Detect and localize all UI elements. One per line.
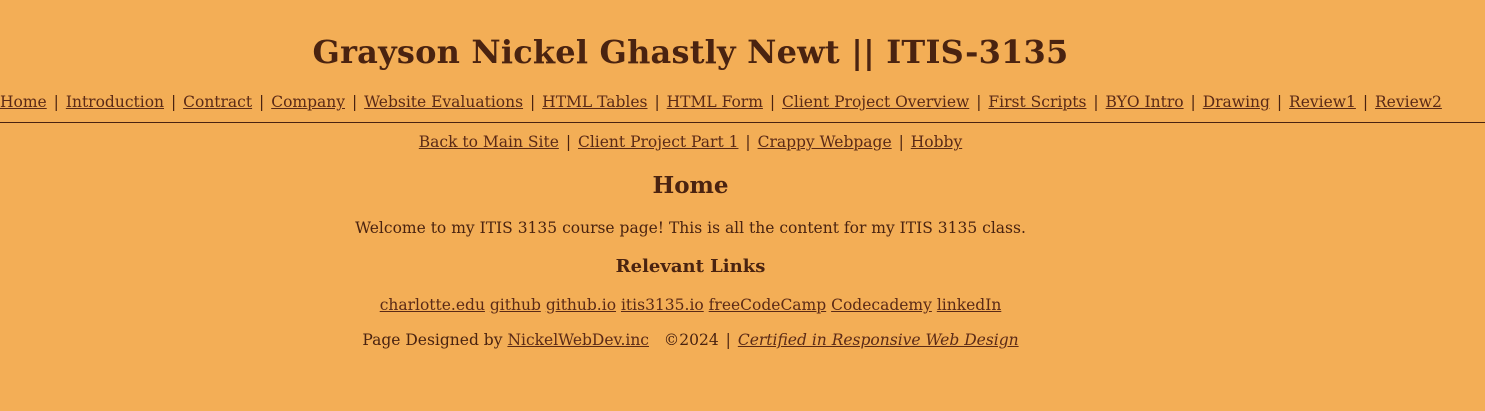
nav-separator: | bbox=[530, 93, 536, 111]
nav-separator: | bbox=[53, 93, 59, 111]
nav-separator: | bbox=[976, 93, 982, 111]
nav-separator: | bbox=[565, 133, 572, 151]
footer-designer-link[interactable]: NickelWebDev.inc bbox=[507, 331, 649, 349]
footer: Page Designed by NickelWebDev.inc ©2024 … bbox=[0, 331, 1381, 349]
link-linkedin[interactable]: linkedIn bbox=[937, 296, 1002, 314]
sub-nav-link-client-project-part-1[interactable]: Client Project Part 1 bbox=[578, 133, 738, 151]
section-heading: Home bbox=[652, 172, 729, 199]
nav-link-contract[interactable]: Contract bbox=[183, 93, 252, 111]
nav-separator: | bbox=[1190, 93, 1196, 111]
link-github[interactable]: github bbox=[490, 296, 541, 314]
link-codecademy[interactable]: Codecademy bbox=[831, 296, 932, 314]
nav-link-website-evaluations[interactable]: Website Evaluations bbox=[364, 93, 523, 111]
sub-nav-link-hobby[interactable]: Hobby bbox=[911, 133, 962, 151]
nav-separator: | bbox=[1093, 93, 1099, 111]
sub-nav-link-crappy-webpage[interactable]: Crappy Webpage bbox=[758, 133, 892, 151]
nav-separator: | bbox=[769, 93, 776, 111]
nav-link-first-scripts[interactable]: First Scripts bbox=[988, 93, 1086, 111]
relevant-links-heading: Relevant Links bbox=[615, 256, 766, 277]
footer-certification: Certified in Responsive Web Design bbox=[738, 331, 1019, 349]
sub-nav-link-back-to-main-site[interactable]: Back to Main Site bbox=[419, 133, 559, 151]
nav-separator: | bbox=[351, 93, 358, 111]
link-github-io[interactable]: github.io bbox=[546, 296, 616, 314]
nav-separator: | bbox=[654, 93, 660, 111]
page-title: Grayson Nickel Ghastly Newt || ITIS-3135 bbox=[312, 33, 1069, 71]
nav-separator: | bbox=[259, 93, 265, 111]
nav-link-introduction[interactable]: Introduction bbox=[66, 93, 164, 111]
nav-link-review2[interactable]: Review2 bbox=[1375, 93, 1442, 111]
nav-link-byo-intro[interactable]: BYO Intro bbox=[1106, 93, 1184, 111]
footer-designed-by: Page Designed by bbox=[362, 331, 503, 349]
nav-separator: | bbox=[170, 93, 177, 111]
nav-separator: | bbox=[898, 133, 904, 151]
nav-link-company[interactable]: Company bbox=[271, 93, 345, 111]
relevant-links: charlotte.edu github github.io itis3135.… bbox=[0, 296, 1381, 314]
nav-separator: | bbox=[745, 133, 751, 151]
footer-copyright: ©2024 bbox=[663, 331, 719, 349]
nav-separator: | bbox=[1276, 93, 1283, 111]
footer-certification-link[interactable]: Certified in Responsive Web Design bbox=[738, 331, 1019, 349]
footer-separator: | bbox=[725, 331, 731, 349]
main-nav: Home | Introduction | Contract | Company… bbox=[0, 93, 1442, 111]
link-itis3135-io[interactable]: itis3135.io bbox=[621, 296, 704, 314]
nav-link-home[interactable]: Home bbox=[0, 93, 47, 111]
link-freecodecamp[interactable]: freeCodeCamp bbox=[709, 296, 827, 314]
link-charlotte-edu[interactable]: charlotte.edu bbox=[380, 296, 485, 314]
sub-nav: Back to Main Site | Client Project Part … bbox=[0, 133, 1381, 151]
nav-link-client-project-overview[interactable]: Client Project Overview bbox=[782, 93, 969, 111]
nav-link-review1[interactable]: Review1 bbox=[1289, 93, 1356, 111]
nav-separator: | bbox=[1362, 93, 1369, 111]
nav-link-html-tables[interactable]: HTML Tables bbox=[542, 93, 647, 111]
welcome-text: Welcome to my ITIS 3135 course page! Thi… bbox=[355, 219, 1026, 237]
nav-link-drawing[interactable]: Drawing bbox=[1203, 93, 1270, 111]
header-divider bbox=[0, 122, 1485, 123]
nav-link-html-form[interactable]: HTML Form bbox=[667, 93, 763, 111]
